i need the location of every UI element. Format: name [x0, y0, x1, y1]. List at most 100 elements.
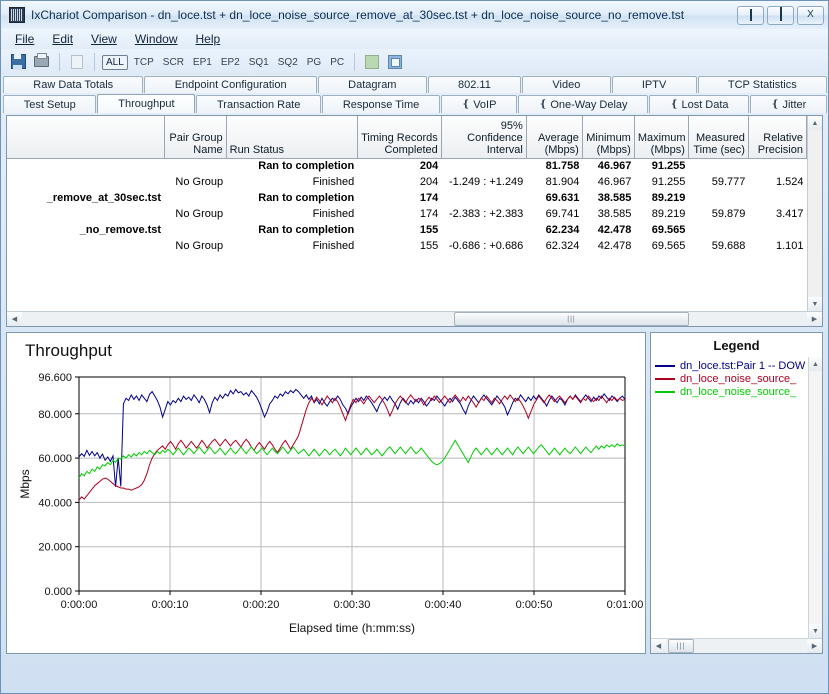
- cell-minimum: 42.478: [597, 240, 632, 252]
- filter-button-ep2[interactable]: EP2: [218, 56, 243, 69]
- tab-voip[interactable]: ❴ VoIP: [441, 95, 518, 113]
- tab-endpoint-configuration[interactable]: Endpoint Configuration: [144, 76, 317, 93]
- filter-button-scr[interactable]: SCR: [160, 56, 187, 69]
- tab-tcp-statistics[interactable]: TCP Statistics: [697, 76, 828, 93]
- legend-item[interactable]: dn_loce_noise_source_: [655, 372, 808, 385]
- filter-button-sq1[interactable]: SQ1: [246, 56, 272, 69]
- cell-group: [164, 158, 226, 174]
- col-label-line2: (Mbps): [596, 143, 631, 156]
- legend-label: dn_loce_noise_source_: [680, 372, 797, 385]
- menu-item-help[interactable]: Help: [188, 30, 229, 48]
- table-row[interactable]: No Group Finished 155 -0.686 : +0.686 62…: [7, 238, 807, 254]
- lower-pane: Throughput 0.000 20.000 40.000 60.000 80.000…: [6, 332, 823, 654]
- menu-item-view[interactable]: View: [83, 30, 125, 48]
- menu-item-window[interactable]: Window: [127, 30, 186, 48]
- col-header-run-status[interactable]: Run Status: [226, 116, 358, 159]
- tab-transaction-rate[interactable]: Transaction Rate: [196, 95, 322, 113]
- throughput-chart[interactable]: 0.000 20.000 40.000 60.000 80.000 96.600 0:00:…: [7, 333, 645, 653]
- filter-button-pg[interactable]: PG: [304, 56, 324, 69]
- tab-raw-data-totals[interactable]: Raw Data Totals: [3, 76, 144, 93]
- col-header-confidence-interval[interactable]: 95% Confidence Interval: [441, 116, 527, 159]
- filter-button-ep1[interactable]: EP1: [190, 56, 215, 69]
- table-row[interactable]: _no_remove.tst Ran to completion 155 62.…: [7, 222, 807, 238]
- clip-icon: ❴: [538, 99, 548, 110]
- filter-button-tcp[interactable]: TCP: [131, 56, 157, 69]
- col-header-timing-records-completed[interactable]: Timing Records Completed: [357, 116, 442, 159]
- cell-average: 81.758: [545, 160, 580, 173]
- tab-802-11[interactable]: 802.11: [427, 76, 522, 93]
- hscroll-thumb[interactable]: |||: [453, 312, 690, 326]
- legend-item[interactable]: dn_loce.tst:Pair 1 -- DOW: [655, 359, 808, 372]
- tab-label: Jitter: [782, 98, 807, 111]
- tab-iptv[interactable]: IPTV: [611, 76, 697, 93]
- legend-scroll-left-icon[interactable]: ◀: [651, 639, 666, 653]
- col-label-line2: (Mbps): [650, 143, 685, 156]
- legend-scroll-down-icon[interactable]: ▼: [809, 624, 822, 638]
- legend-scroll-up-icon[interactable]: ▲: [809, 357, 822, 371]
- export-button[interactable]: [362, 52, 382, 72]
- cell-average: 69.741: [545, 208, 580, 220]
- filter-button-sq2[interactable]: SQ2: [275, 56, 301, 69]
- col-header-average[interactable]: Average (Mbps): [526, 116, 583, 159]
- grid-scroll-area: Pair Group Name Run Status Timing Records…: [7, 116, 822, 311]
- tab-jitter[interactable]: ❴ Jitter: [750, 95, 828, 113]
- menu-item-edit[interactable]: Edit: [44, 30, 81, 48]
- copy-button[interactable]: [67, 52, 87, 72]
- scroll-left-icon[interactable]: ◀: [7, 312, 22, 326]
- cell-confidence: -0.686 : +0.686: [448, 240, 524, 252]
- tab-one-way-delay[interactable]: ❴ One-Way Delay: [518, 95, 649, 113]
- col-header-measured-time[interactable]: Measured Time (sec): [688, 116, 749, 159]
- legend-scroll-right-icon[interactable]: ▶: [807, 639, 822, 653]
- cell-minimum: 38.585: [597, 208, 632, 220]
- print-button[interactable]: [32, 52, 52, 72]
- y-tick-label: 60.000: [38, 453, 72, 465]
- legend-horizontal-scrollbar[interactable]: ◀ ||| ▶: [651, 638, 822, 653]
- scroll-right-icon[interactable]: ▶: [807, 312, 822, 326]
- cell-measured: 59.688: [711, 240, 746, 252]
- tab-response-time[interactable]: Response Time: [322, 95, 441, 113]
- filter-button-all[interactable]: ALL: [102, 54, 128, 70]
- cell-precision: 3.417: [775, 208, 804, 220]
- tab-label: IPTV: [641, 79, 667, 91]
- col-header-minimum[interactable]: Minimum (Mbps): [582, 116, 635, 159]
- col-header-maximum[interactable]: Maximum (Mbps): [634, 116, 689, 159]
- hscroll-track[interactable]: |||: [22, 312, 807, 326]
- tab-datagram[interactable]: Datagram: [317, 76, 427, 93]
- legend-item[interactable]: dn_loce_noise_source_: [655, 385, 808, 398]
- scroll-down-icon[interactable]: ▼: [808, 297, 822, 311]
- cell-minimum: 42.478: [597, 224, 632, 236]
- legend-vertical-scrollbar[interactable]: ▲ ▼: [808, 357, 822, 638]
- cell-name: _no_remove.tst: [79, 224, 162, 236]
- cell-average: 62.234: [545, 224, 580, 236]
- tab-throughput[interactable]: Throughput: [97, 94, 196, 113]
- results-grid: Pair Group Name Run Status Timing Records…: [6, 115, 823, 327]
- table-row[interactable]: No Group Finished 174 -2.383 : +2.383 69…: [7, 206, 807, 222]
- legend-swatch-series-3: [655, 390, 675, 393]
- scroll-up-icon[interactable]: ▲: [808, 116, 822, 130]
- col-header-name[interactable]: [7, 116, 165, 159]
- menu-item-file[interactable]: File: [7, 30, 42, 48]
- col-header-pair-group-name[interactable]: Pair Group Name: [164, 116, 227, 159]
- save-button[interactable]: [9, 52, 29, 72]
- filter-button-pc[interactable]: PC: [327, 56, 347, 69]
- grid-horizontal-scrollbar[interactable]: ◀ ||| ▶: [7, 311, 822, 326]
- menu-help-label: Help: [195, 32, 221, 46]
- table-row[interactable]: No Group Finished 204 -1.249 : +1.249 81…: [7, 174, 807, 190]
- close-button[interactable]: X: [797, 5, 824, 25]
- tab-video[interactable]: Video: [522, 76, 611, 93]
- tab-lost-data[interactable]: ❴ Lost Data: [649, 95, 750, 113]
- minimize-button[interactable]: [737, 5, 764, 25]
- close-icon: X: [807, 9, 814, 20]
- col-label-line1: Run Status: [229, 143, 285, 156]
- tab-test-setup[interactable]: Test Setup: [3, 95, 97, 113]
- col-header-relative-precision[interactable]: Relative Precision: [748, 116, 807, 159]
- table-row[interactable]: Ran to completion 204 81.758 46.967 91.2…: [7, 158, 807, 174]
- legend-hscroll-thumb[interactable]: |||: [668, 639, 694, 653]
- legend-hscroll-track[interactable]: |||: [666, 639, 807, 653]
- report-button[interactable]: [385, 52, 405, 72]
- maximize-button[interactable]: [767, 5, 794, 25]
- cell-records: 174: [419, 192, 439, 204]
- grid-vertical-scrollbar[interactable]: ▲ ▼: [807, 116, 822, 311]
- cell-measured: [688, 190, 748, 206]
- table-row[interactable]: _remove_at_30sec.tst Ran to completion 1…: [7, 190, 807, 206]
